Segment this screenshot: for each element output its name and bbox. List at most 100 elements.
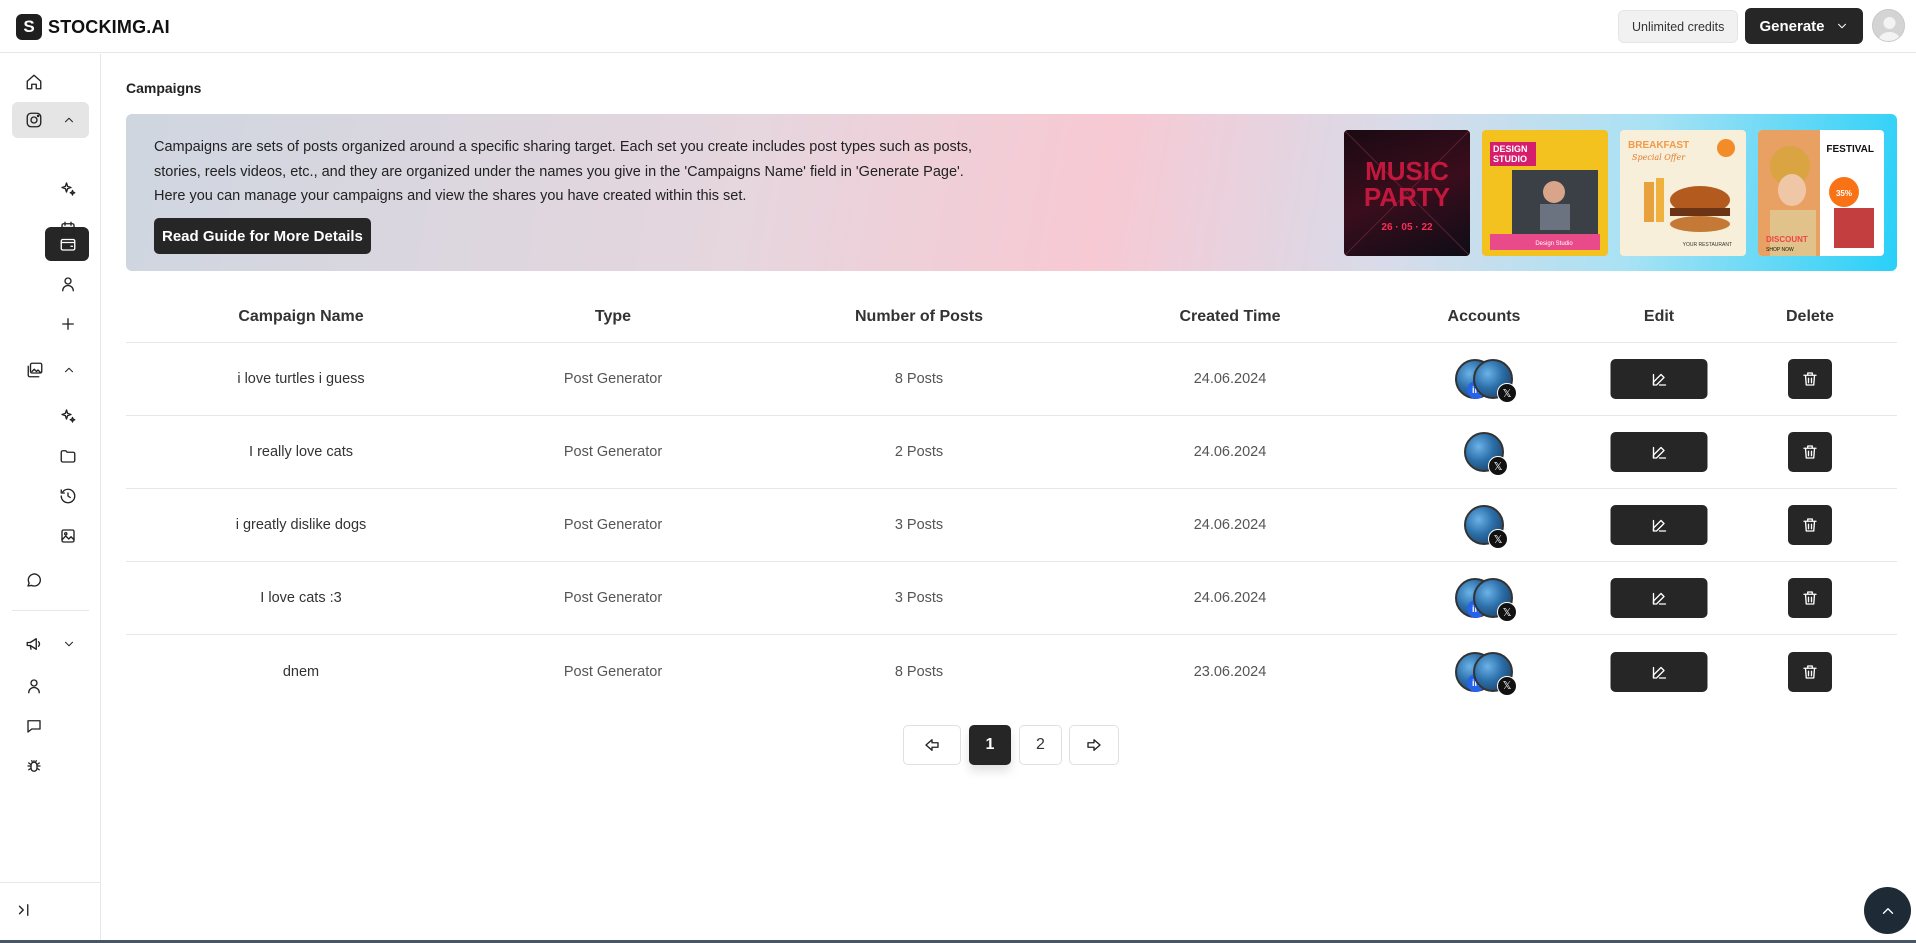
sidebar-item-generate[interactable] <box>56 177 80 201</box>
banner-line-2: stories, reels videos, etc., and they ar… <box>154 163 964 180</box>
scroll-to-top-button[interactable] <box>1864 887 1911 934</box>
generate-button[interactable]: Generate <box>1745 8 1863 44</box>
megaphone-icon <box>26 638 41 650</box>
sidebar-divider <box>12 610 89 611</box>
thumb-title: DESIGN <box>1493 144 1528 154</box>
thumb-meta: 26 · 05 · 22 <box>1381 222 1433 233</box>
table-row[interactable]: i love turtles i guess Post Generator 8 … <box>126 343 1897 416</box>
images-icon <box>27 362 43 378</box>
campaign-name: dnem <box>282 663 320 680</box>
chevron-down-icon <box>64 641 74 647</box>
campaign-posts: 3 Posts <box>894 590 944 606</box>
edit-icon <box>1652 519 1666 532</box>
credits-badge: Unlimited credits <box>1618 10 1739 43</box>
edit-icon <box>1652 373 1666 386</box>
table-row[interactable]: i greatly dislike dogs Post Generator 3 … <box>126 489 1897 562</box>
accounts-group: in 𝕏 <box>1455 359 1517 403</box>
table-header: Campaign Name Type Number of Posts Creat… <box>126 296 1897 343</box>
delete-button[interactable] <box>1788 359 1832 399</box>
sidebar-item-image-generate[interactable] <box>56 404 80 428</box>
edit-button[interactable] <box>1610 432 1708 472</box>
edit-button[interactable] <box>1610 505 1708 545</box>
plus-icon <box>62 318 74 330</box>
sidebar <box>0 54 101 943</box>
edit-button[interactable] <box>1610 359 1708 399</box>
account-avatar[interactable]: 𝕏 <box>1464 505 1508 549</box>
brand-logo[interactable]: S STOCKIMG.AI <box>16 14 170 40</box>
sidebar-item-instagram[interactable] <box>22 108 46 132</box>
table-row[interactable]: I really love cats Post Generator 2 Post… <box>126 416 1897 489</box>
edit-button[interactable] <box>1610 651 1708 692</box>
thumb-subtitle: Special Offer <box>1632 153 1686 162</box>
chevron-up-icon <box>1882 907 1893 914</box>
image-icon <box>61 529 75 543</box>
account-avatar[interactable]: 𝕏 <box>1473 359 1517 403</box>
edit-button[interactable] <box>1610 578 1708 618</box>
next-page-button[interactable] <box>1069 725 1119 765</box>
sidebar-item-profile[interactable] <box>22 674 46 698</box>
sidebar-item-messages[interactable] <box>22 714 46 738</box>
sidebar-bottom-divider <box>0 882 101 883</box>
campaign-name: I really love cats <box>249 444 353 460</box>
campaign-type: Post Generator <box>563 371 663 387</box>
design-studio-art: DESIGN STUDIO Design Studio <box>1490 142 1600 250</box>
col-number-of-posts: Number of Posts <box>854 308 984 325</box>
banner-thumb-music-party: MUSIC PARTY 26 · 05 · 22 <box>1344 130 1470 256</box>
sidebar-marketing-toggle[interactable] <box>60 634 78 654</box>
arrow-right-icon <box>1087 739 1101 751</box>
campaigns-table: Campaign Name Type Number of Posts Creat… <box>126 296 1897 708</box>
sidebar-images-toggle[interactable] <box>60 360 78 380</box>
sidebar-item-add[interactable] <box>56 312 80 336</box>
user-avatar[interactable] <box>1872 9 1905 42</box>
sidebar-item-marketing[interactable] <box>22 632 46 656</box>
delete-button[interactable] <box>1788 578 1832 618</box>
top-bar: S STOCKIMG.AI Unlimited credits Generate <box>0 0 1916 53</box>
sidebar-collapse-button[interactable] <box>12 898 36 922</box>
col-edit: Edit <box>1643 308 1675 325</box>
campaign-name: i greatly dislike dogs <box>235 517 367 533</box>
col-delete: Delete <box>1785 308 1835 325</box>
sidebar-item-folder[interactable] <box>56 444 80 468</box>
campaign-name: i love turtles i guess <box>237 371 365 387</box>
campaign-posts: 3 Posts <box>894 517 944 533</box>
thumb-subtitle: STUDIO <box>1493 154 1527 164</box>
account-avatar[interactable]: 𝕏 <box>1464 432 1508 476</box>
home-icon <box>26 74 42 90</box>
sidebar-instagram-toggle[interactable] <box>60 110 78 130</box>
campaign-type: Post Generator <box>563 590 663 606</box>
sidebar-item-bug-report[interactable] <box>22 754 46 778</box>
sidebar-item-history[interactable] <box>56 484 80 508</box>
sidebar-item-home[interactable] <box>22 70 46 94</box>
page-button-1[interactable]: 1 <box>969 725 1011 765</box>
thumb-meta: YOUR RESTAURANT <box>1683 242 1732 248</box>
prev-page-button[interactable] <box>903 725 961 765</box>
sidebar-item-chat[interactable] <box>22 568 46 592</box>
delete-button[interactable] <box>1788 651 1832 692</box>
delete-button[interactable] <box>1788 505 1832 545</box>
sidebar-item-images[interactable] <box>22 358 48 382</box>
sidebar-item-gallery[interactable] <box>56 524 80 548</box>
user-icon <box>62 277 74 292</box>
table-row[interactable]: dnem Post Generator 8 Posts 23.06.2024 i… <box>126 635 1897 708</box>
banner-line-1: Campaigns are sets of posts organized ar… <box>154 139 973 155</box>
account-avatar[interactable]: 𝕏 <box>1473 578 1517 622</box>
breakfast-art: BREAKFAST Special Offer YOUR RESTAURANT <box>1628 139 1735 248</box>
campaign-name: I love cats :3 <box>260 590 342 606</box>
instagram-icon <box>26 112 42 128</box>
sidebar-item-campaigns[interactable] <box>56 232 80 256</box>
read-guide-button[interactable]: Read Guide for More Details <box>154 218 371 254</box>
generate-label: Generate <box>1759 17 1825 35</box>
campaign-posts: 8 Posts <box>894 371 944 387</box>
account-avatar[interactable]: 𝕏 <box>1473 651 1517 696</box>
delete-button[interactable] <box>1788 432 1832 472</box>
page-button-2[interactable]: 2 <box>1019 725 1062 765</box>
trash-icon <box>1803 445 1817 459</box>
campaign-type: Post Generator <box>563 517 663 533</box>
table-row[interactable]: I love cats :3 Post Generator 3 Posts 24… <box>126 562 1897 635</box>
festival-art: FESTIVAL 35% DISCOUNT SHOP NOW <box>1758 130 1874 256</box>
campaign-created: 24.06.2024 <box>1193 371 1267 387</box>
campaign-posts: 2 Posts <box>894 444 944 460</box>
accounts-group: in 𝕏 <box>1455 651 1517 696</box>
accounts-group: in 𝕏 <box>1455 578 1517 622</box>
sidebar-item-accounts[interactable] <box>56 272 80 296</box>
